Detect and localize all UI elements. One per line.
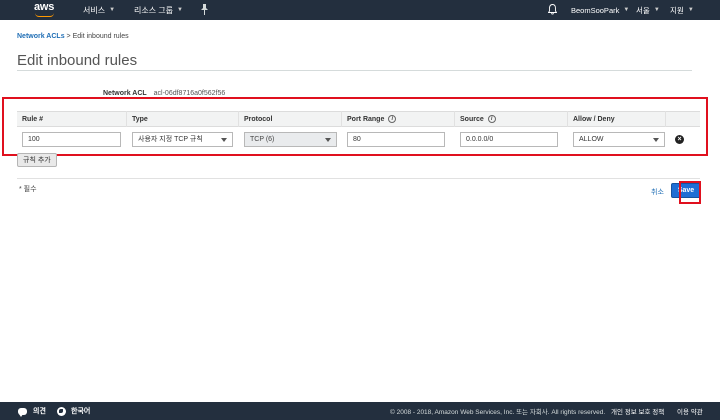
aws-logo[interactable]: aws bbox=[34, 0, 56, 20]
services-menu[interactable]: 서비스 ▼ bbox=[83, 0, 115, 20]
terms-of-use-link[interactable]: 이용 약관 bbox=[677, 402, 703, 420]
cancel-button[interactable]: 취소 bbox=[651, 187, 664, 197]
breadcrumb-network-acls-link[interactable]: Network ACLs bbox=[17, 33, 65, 40]
top-navigation-bar: aws 서비스 ▼ 리소스 그룹 ▼ BeomSooPark ▼ 서울 ▼ 지원… bbox=[0, 0, 720, 20]
chevron-down-icon: ▼ bbox=[177, 7, 183, 13]
resource-groups-menu[interactable]: 리소스 그룹 ▼ bbox=[134, 0, 183, 20]
user-name: BeomSooPark bbox=[571, 5, 620, 15]
chevron-down-icon: ▼ bbox=[623, 7, 630, 13]
breadcrumb-separator: > bbox=[66, 33, 71, 40]
support-menu[interactable]: 지원 ▼ bbox=[670, 0, 694, 20]
language-label: 한국어 bbox=[71, 408, 91, 415]
breadcrumb-current: Edit inbound rules bbox=[72, 33, 129, 40]
chat-bubble-icon bbox=[18, 407, 27, 417]
network-acl-id: acl-06df8716a0f562f56 bbox=[153, 90, 226, 97]
chevron-down-icon: ▼ bbox=[109, 7, 116, 13]
page-title: Edit inbound rules bbox=[17, 52, 138, 69]
user-account-menu[interactable]: BeomSooPark ▼ bbox=[571, 0, 629, 20]
aws-logo-smile bbox=[35, 13, 54, 17]
network-acl-info: Network ACL acl-06df8716a0f562f56 bbox=[103, 90, 225, 97]
feedback-link[interactable]: 의견 bbox=[18, 402, 46, 420]
aws-logo-text: aws bbox=[34, 1, 55, 13]
feedback-label: 의견 bbox=[33, 408, 46, 415]
privacy-policy-link[interactable]: 개인 정보 보호 정책 bbox=[611, 402, 664, 420]
footer-bar: 의견 한국어 © 2008 - 2018, Amazon Web Service… bbox=[0, 402, 720, 420]
title-divider bbox=[17, 70, 692, 71]
services-menu-label: 서비스 bbox=[83, 5, 106, 15]
table-highlight-annotation bbox=[2, 97, 708, 156]
chevron-down-icon: ▼ bbox=[687, 7, 694, 13]
form-footer-divider bbox=[17, 178, 700, 179]
network-acl-label: Network ACL bbox=[103, 90, 147, 97]
resource-groups-menu-label: 리소스 그룹 bbox=[134, 5, 174, 15]
save-highlight-annotation bbox=[679, 181, 701, 204]
add-rule-button[interactable]: 규칙 추가 bbox=[17, 153, 57, 167]
required-note: * 필수 bbox=[19, 186, 37, 193]
pin-icon[interactable] bbox=[200, 4, 209, 15]
region-menu[interactable]: 서울 ▼ bbox=[636, 0, 660, 20]
language-selector[interactable]: 한국어 bbox=[57, 402, 90, 420]
region-label: 서울 bbox=[636, 5, 650, 15]
globe-icon bbox=[57, 406, 66, 416]
support-label: 지원 bbox=[670, 5, 684, 15]
chevron-down-icon: ▼ bbox=[653, 7, 660, 13]
bell-icon[interactable] bbox=[548, 4, 557, 15]
copyright-text: © 2008 - 2018, Amazon Web Services, Inc.… bbox=[390, 409, 606, 416]
breadcrumb: Network ACLs > Edit inbound rules bbox=[17, 33, 129, 40]
